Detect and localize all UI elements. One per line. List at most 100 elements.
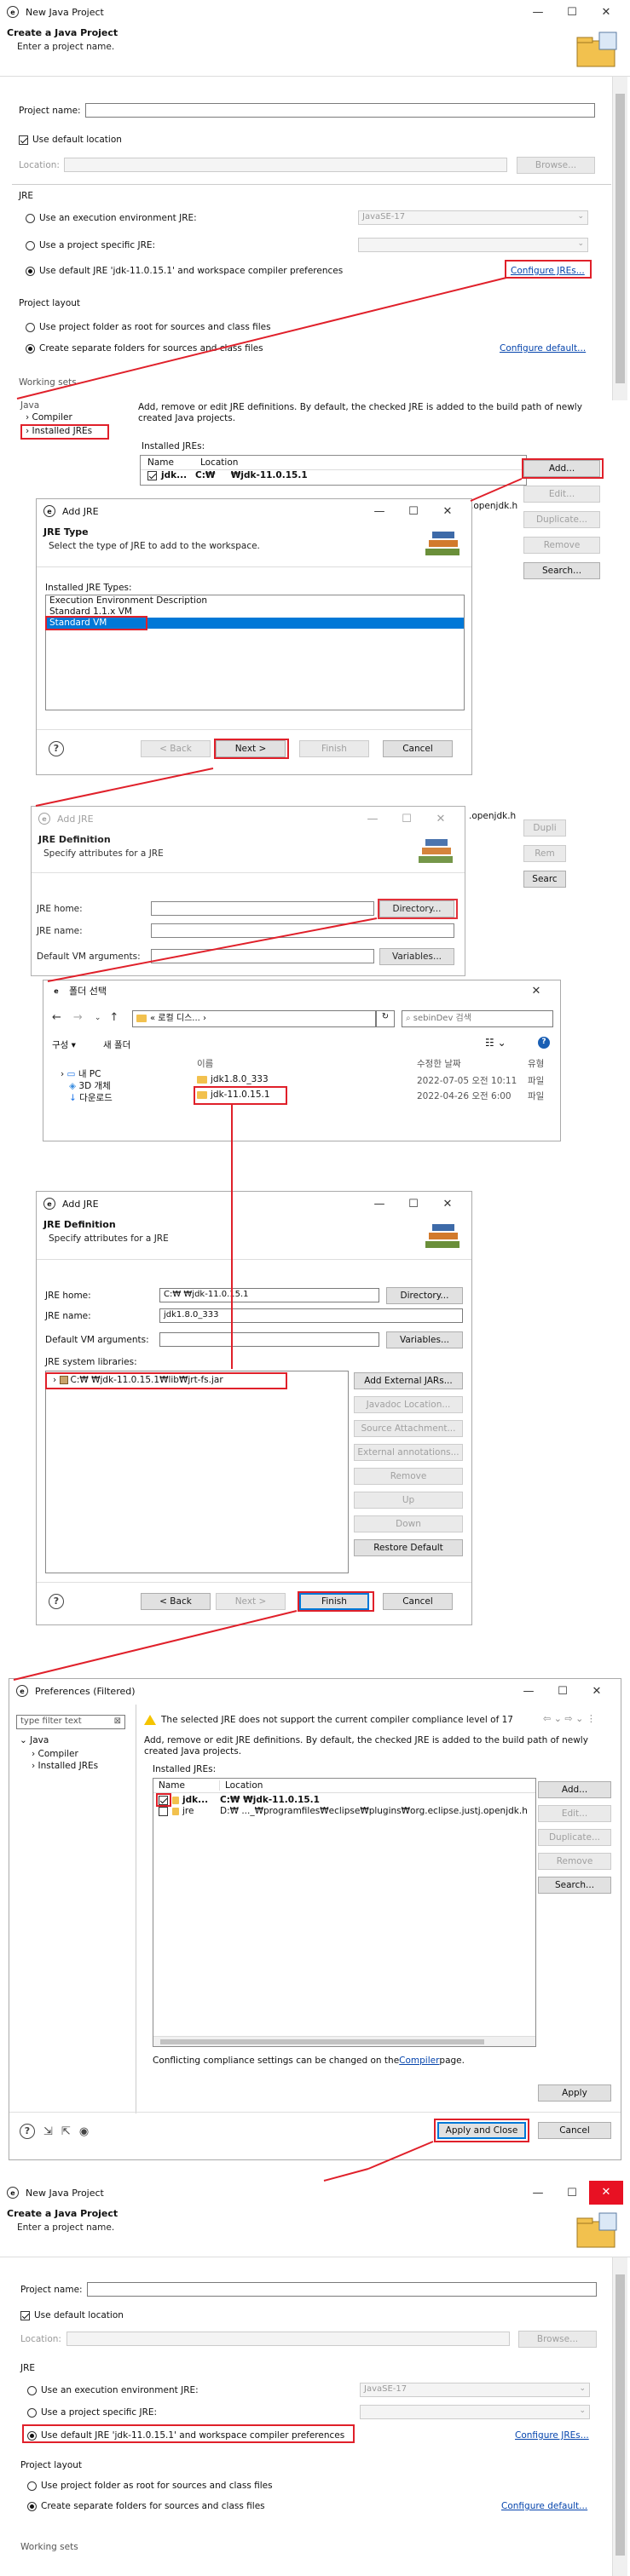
jre-name-input[interactable] — [151, 923, 454, 938]
search-button[interactable]: Search... — [538, 1877, 611, 1894]
minimize-button[interactable]: — — [521, 2187, 555, 2199]
location-input[interactable] — [64, 158, 507, 172]
col-date[interactable]: 수정한 날짜 — [417, 1057, 461, 1070]
new-folder-button[interactable]: 새 폴더 — [103, 1038, 130, 1051]
next-button[interactable]: Next > — [216, 740, 286, 757]
search-button-partial[interactable]: Searc — [523, 871, 566, 888]
maximize-button[interactable]: ☐ — [555, 2187, 589, 2199]
up-arrow-icon[interactable]: ↑ — [109, 1011, 118, 1024]
file-row[interactable]: jdk-11.0.15.1 — [197, 1090, 270, 1100]
jre-option-exec-env[interactable]: Use an execution environment JRE: — [27, 2385, 199, 2395]
directory-button[interactable]: Directory... — [379, 900, 454, 917]
compiler-link[interactable]: Compiler — [399, 2056, 439, 2066]
use-default-location-checkbox[interactable]: Use default location — [20, 2310, 124, 2320]
search-input[interactable]: ⌕ sebinDev 검색 — [402, 1010, 553, 1027]
project-name-input[interactable] — [87, 2282, 597, 2297]
minimize-button[interactable]: — — [521, 6, 555, 19]
vm-args-input[interactable] — [151, 949, 374, 963]
jre-home-input[interactable] — [151, 901, 374, 916]
col-name[interactable]: 이름 — [197, 1057, 213, 1070]
exec-env-select[interactable]: JavaSE-17 ⌄ — [360, 2383, 590, 2397]
list-item-selected[interactable]: Standard VM — [46, 618, 464, 629]
jre-option-project-specific[interactable]: Use a project specific JRE: — [27, 2407, 157, 2418]
remove-button[interactable]: Remove — [354, 1468, 463, 1485]
tree-installed-jres[interactable]: › Installed JREs — [32, 1761, 98, 1771]
project-name-input[interactable] — [85, 103, 595, 118]
next-button[interactable]: Next > — [216, 1593, 286, 1610]
project-jre-select[interactable]: ⌄ — [360, 2405, 590, 2419]
minimize-button[interactable]: — — [355, 813, 390, 825]
list-item[interactable]: Execution Environment Description — [46, 595, 464, 607]
edit-button[interactable]: Edit... — [523, 486, 600, 503]
help-icon[interactable]: ? — [538, 1037, 550, 1049]
jre-home-input[interactable]: C:₩ ₩jdk-11.0.15.1 — [159, 1288, 379, 1302]
remove-button-partial[interactable]: Rem — [523, 845, 566, 862]
close-button[interactable]: ✕ — [589, 2181, 623, 2205]
scrollbar-thumb[interactable] — [616, 2274, 625, 2556]
remove-button[interactable]: Remove — [523, 537, 600, 554]
add-button[interactable]: Add... — [523, 460, 600, 477]
tree-java[interactable]: ⌄ Java — [20, 1735, 49, 1745]
close-button[interactable]: ✕ — [589, 6, 623, 19]
close-button[interactable]: ✕ — [424, 813, 458, 825]
duplicate-button[interactable]: Duplicate... — [538, 1829, 611, 1846]
maximize-button[interactable]: ☐ — [396, 505, 431, 518]
forward-arrow-icon[interactable]: → — [73, 1011, 83, 1024]
up-button[interactable]: Up — [354, 1492, 463, 1509]
back-button[interactable]: < Back — [141, 1593, 211, 1610]
restore-default-button[interactable]: Restore Default — [354, 1539, 463, 1556]
nav-arrows[interactable]: ⇦ ⌄ ⇨ ⌄ ⋮ — [543, 1713, 596, 1724]
maximize-button[interactable]: ☐ — [390, 813, 424, 825]
tree-installed-jres[interactable]: › Installed JREs — [26, 426, 92, 436]
cancel-button[interactable]: Cancel — [383, 1593, 453, 1610]
scrollbar[interactable] — [612, 2257, 627, 2576]
organize-menu[interactable]: 구성 ▾ — [52, 1038, 76, 1051]
exec-env-select[interactable]: JavaSE-17 ⌄ — [358, 210, 588, 225]
import-icon[interactable]: ⇲ — [43, 2125, 53, 2138]
help-icon[interactable]: ? — [49, 1594, 64, 1609]
cancel-button[interactable]: Cancel — [383, 740, 453, 757]
external-annotations-button[interactable]: External annotations... — [354, 1444, 463, 1461]
project-jre-select[interactable]: ⌄ — [358, 238, 588, 252]
browse-button[interactable]: Browse... — [518, 2331, 597, 2348]
sys-libs-tree[interactable]: › C:₩ ₩jdk-11.0.15.1₩lib₩jrt-fs.jar — [45, 1371, 349, 1573]
scrollbar[interactable] — [612, 77, 627, 400]
layout-option-separate[interactable]: Create separate folders for sources and … — [26, 343, 263, 354]
layout-option-root[interactable]: Use project folder as root for sources a… — [27, 2481, 273, 2491]
scrollbar-thumb[interactable] — [160, 2039, 484, 2044]
export-icon[interactable]: ⇱ — [61, 2125, 71, 2138]
add-external-jars-button[interactable]: Add External JARs... — [354, 1372, 463, 1389]
tree-java[interactable]: Java — [20, 400, 39, 411]
vm-args-input[interactable] — [159, 1332, 379, 1347]
apply-button[interactable]: Apply — [538, 2084, 611, 2102]
close-button[interactable]: ✕ — [431, 505, 465, 518]
duplicate-button-partial[interactable]: Dupli — [523, 819, 566, 837]
layout-option-root[interactable]: Use project folder as root for sources a… — [26, 322, 271, 332]
jre-option-exec-env[interactable]: Use an execution environment JRE: — [26, 213, 197, 223]
filter-input[interactable]: type filter text ⊠ — [16, 1715, 125, 1729]
record-icon[interactable]: ◉ — [79, 2125, 89, 2138]
variables-button[interactable]: Variables... — [386, 1331, 463, 1348]
location-input[interactable] — [66, 2332, 510, 2346]
close-button[interactable]: ✕ — [580, 1685, 614, 1698]
configure-jres-link[interactable]: Configure JREs... — [515, 2430, 589, 2441]
tree-compiler[interactable]: › Compiler — [32, 1749, 78, 1759]
variables-button[interactable]: Variables... — [379, 948, 454, 965]
table-row[interactable]: jre D:₩ ..._₩programfiles₩eclipse₩plugins… — [153, 1806, 535, 1817]
col-type[interactable]: 유형 — [528, 1057, 544, 1070]
minimize-button[interactable]: — — [512, 1685, 546, 1698]
configure-default-link[interactable]: Configure default... — [501, 2501, 587, 2511]
jre-types-list[interactable]: Execution Environment Description Standa… — [45, 595, 465, 710]
nav-tree-item[interactable]: ◈ 3D 개체 — [69, 1079, 111, 1092]
view-options-icon[interactable]: ☷ ⌄ — [485, 1037, 506, 1049]
directory-button[interactable]: Directory... — [386, 1287, 463, 1304]
use-default-location-checkbox[interactable]: Use default location — [19, 135, 122, 145]
table-row[interactable]: jdk... C:₩ ₩jdk-11.0.15.1 — [141, 470, 526, 481]
horizontal-scrollbar[interactable] — [153, 2036, 535, 2046]
help-icon[interactable]: ? — [20, 2124, 35, 2139]
finish-button[interactable]: Finish — [299, 740, 369, 757]
list-item[interactable]: Standard 1.1.x VM — [46, 607, 464, 618]
help-icon[interactable]: ? — [49, 741, 64, 756]
jre-option-default[interactable]: Use default JRE 'jdk-11.0.15.1' and work… — [26, 266, 343, 276]
add-button[interactable]: Add... — [538, 1781, 611, 1798]
